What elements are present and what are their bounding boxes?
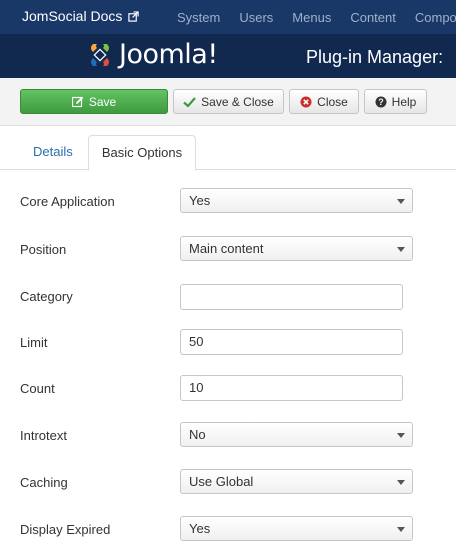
help-button[interactable]: ? Help <box>364 89 427 114</box>
site-name-link[interactable]: JomSocial Docs <box>22 8 140 24</box>
caching-value: Use Global <box>189 474 254 489</box>
introtext-select[interactable]: No <box>180 422 413 447</box>
save-label: Save <box>88 94 117 109</box>
save-close-button[interactable]: Save & Close <box>173 89 284 114</box>
introtext-label: Introtext <box>20 428 67 443</box>
chevron-down-icon <box>397 247 405 252</box>
tab-details[interactable]: Details <box>21 135 85 171</box>
edit-icon <box>71 96 84 107</box>
checkmark-icon <box>183 96 196 108</box>
caching-select[interactable]: Use Global <box>180 469 413 494</box>
menu-users[interactable]: Users <box>239 10 273 25</box>
toolbar: Save Save & Close Close ? Help <box>0 78 456 126</box>
position-select[interactable]: Main content <box>180 236 413 261</box>
menu-system[interactable]: System <box>177 10 220 25</box>
position-label: Position <box>20 242 67 257</box>
chevron-down-icon <box>397 433 405 438</box>
help-label: Help <box>391 94 417 109</box>
chevron-down-icon <box>397 199 405 204</box>
svg-text:?: ? <box>378 97 384 107</box>
introtext-value: No <box>189 427 206 442</box>
count-label: Count <box>20 381 55 396</box>
main-menu: System Users Menus Content Compo <box>177 10 456 25</box>
cancel-icon <box>300 96 312 107</box>
chevron-down-icon <box>397 527 405 532</box>
display-expired-label: Display Expired <box>20 522 111 537</box>
close-button[interactable]: Close <box>289 89 359 114</box>
page-title: Plug-in Manager: <box>306 47 444 67</box>
menu-menus[interactable]: Menus <box>292 10 331 25</box>
save-close-label: Save & Close <box>201 94 274 109</box>
core-application-select[interactable]: Yes <box>180 188 413 213</box>
top-navbar: JomSocial Docs System Users Menus Conten… <box>0 0 456 34</box>
site-name-label: JomSocial Docs <box>22 8 123 24</box>
joomla-logo[interactable]: Joomla! <box>85 39 218 70</box>
core-application-value: Yes <box>189 193 211 208</box>
position-value: Main content <box>189 241 264 256</box>
limit-input[interactable]: 50 <box>180 329 403 355</box>
joomla-logo-icon <box>91 43 109 66</box>
caching-label: Caching <box>20 475 68 490</box>
menu-components[interactable]: Compo <box>415 10 456 25</box>
question-icon: ? <box>375 96 387 107</box>
core-application-label: Core Application <box>20 194 115 209</box>
category-label: Category <box>20 289 73 304</box>
tab-bar: Details Basic Options <box>0 126 456 171</box>
header-bar: Joomla! Plug-in Manager: <box>0 34 456 78</box>
tab-basic-options[interactable]: Basic Options <box>88 135 196 171</box>
external-link-icon <box>128 10 140 22</box>
logo-text: Joomla! <box>119 39 218 70</box>
save-button[interactable]: Save <box>20 89 168 114</box>
chevron-down-icon <box>397 480 405 485</box>
display-expired-select[interactable]: Yes <box>180 516 413 541</box>
limit-label: Limit <box>20 335 48 350</box>
category-input[interactable] <box>180 284 403 310</box>
count-input[interactable]: 10 <box>180 375 403 401</box>
display-expired-value: Yes <box>189 521 211 536</box>
menu-content[interactable]: Content <box>350 10 396 25</box>
close-label: Close <box>317 94 348 109</box>
